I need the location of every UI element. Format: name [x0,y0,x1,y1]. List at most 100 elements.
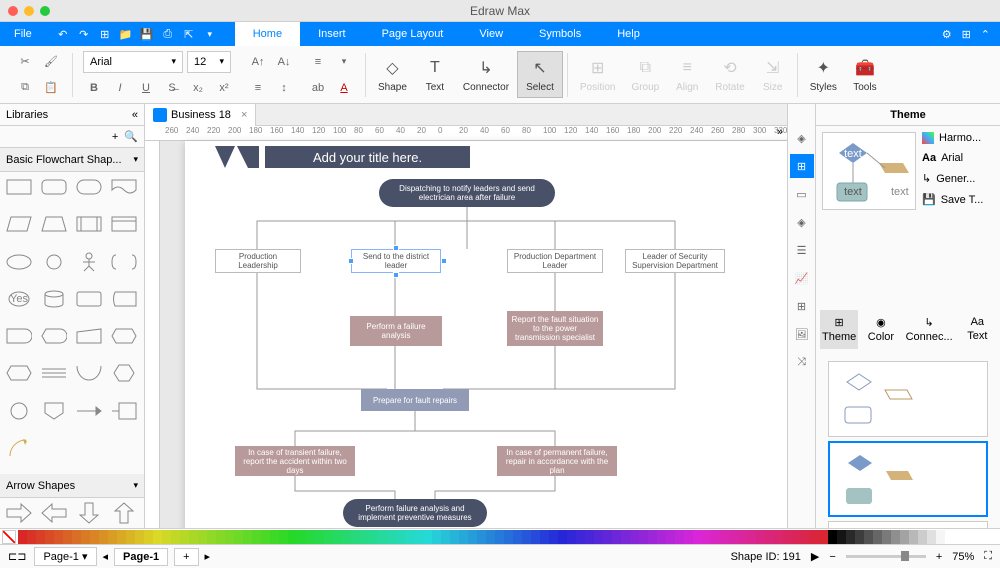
chart-icon[interactable]: 📈 [790,266,814,290]
color-swatch[interactable] [414,530,423,544]
arrow-down[interactable] [74,502,104,524]
connector-tool[interactable]: ↳Connector [455,52,517,97]
canvas-viewport[interactable]: 2602402202001801601401201008060402002040… [145,126,787,528]
color-swatch[interactable] [333,530,342,544]
shape-arc[interactable] [4,437,34,459]
node-prepare-repairs[interactable]: Prepare for fault repairs [361,389,469,411]
shape-ellipse[interactable] [4,251,34,273]
size-tool[interactable]: ⇲Size [753,52,793,97]
category-basic-flowchart[interactable]: Basic Flowchart Shap...▾ [0,148,144,172]
prop-font[interactable]: AaArial [922,152,994,164]
color-swatch[interactable] [801,530,810,544]
color-swatch[interactable] [666,530,675,544]
shape-storage[interactable] [109,288,139,310]
new-btn[interactable]: ⊞ [96,25,114,43]
shape-actor[interactable] [74,251,104,273]
page-selector[interactable]: Page-1 ▾ [34,547,96,566]
gray-swatch[interactable] [828,530,837,544]
color-swatch[interactable] [378,530,387,544]
undo-btn[interactable]: ↶ [54,25,72,43]
color-swatch[interactable] [198,530,207,544]
color-swatch[interactable] [63,530,72,544]
color-swatch[interactable] [819,530,828,544]
color-swatch[interactable] [531,530,540,544]
bullets-btn[interactable]: ≡ [247,77,269,99]
underline-btn[interactable]: U [135,77,157,99]
subtab-text[interactable]: AaText [959,310,996,349]
color-swatch[interactable] [567,530,576,544]
color-swatch[interactable] [486,530,495,544]
italic-btn[interactable]: I [109,77,131,99]
node-transient[interactable]: In case of transient failure, report the… [235,446,355,476]
superscript-btn[interactable]: x² [213,77,235,99]
add-library-icon[interactable]: + [112,131,118,143]
color-swatch[interactable] [207,530,216,544]
color-swatch[interactable] [153,530,162,544]
color-swatch[interactable] [603,530,612,544]
grid-icon[interactable]: ⊞ [962,28,971,41]
color-swatch[interactable] [342,530,351,544]
add-page-btn[interactable]: + [174,548,198,566]
prop-harmo[interactable]: Harmo... [922,132,994,144]
color-swatch[interactable] [720,530,729,544]
color-swatch[interactable] [189,530,198,544]
shape-hex[interactable] [4,362,34,384]
color-swatch[interactable] [45,530,54,544]
color-swatch[interactable] [657,530,666,544]
font-size-select[interactable]: 12▾ [187,51,231,73]
shape-annotation[interactable] [109,400,139,422]
current-page-tab[interactable]: Page-1 [114,548,168,566]
subtab-color[interactable]: ◉Color [862,310,899,349]
open-btn[interactable]: 📁 [117,25,135,43]
tab-view[interactable]: View [461,22,521,46]
node-dispatch[interactable]: Dispatching to notify leaders and send e… [379,179,555,207]
shape-rect[interactable] [4,176,34,198]
zoom-in-btn[interactable]: + [936,551,942,563]
cut-btn[interactable]: ✂ [14,51,36,73]
gray-swatch[interactable] [855,530,864,544]
color-swatch[interactable] [72,530,81,544]
color-swatch[interactable] [252,530,261,544]
color-swatch[interactable] [270,530,279,544]
color-swatch[interactable] [360,530,369,544]
page-canvas[interactable]: Add your title here. Dispatching to noti… [185,141,787,528]
gray-swatch[interactable] [837,530,846,544]
paste-btn[interactable]: 📋 [40,77,62,99]
color-swatch[interactable] [630,530,639,544]
gray-swatch[interactable] [900,530,909,544]
align-menu[interactable]: ▾ [333,51,355,73]
gray-swatch[interactable] [936,530,945,544]
shape-circle2[interactable] [4,400,34,422]
node-district-leader[interactable]: Send to the district leader [351,249,441,273]
minimize-window-btn[interactable] [24,6,34,16]
page-icon[interactable]: ▭ [790,182,814,206]
zoom-level[interactable]: 75% [952,551,974,563]
color-swatch[interactable] [450,530,459,544]
zoom-out-btn[interactable]: − [829,551,835,563]
line-spacing-btn[interactable]: ↕ [273,77,295,99]
shape-parallelogram[interactable] [4,213,34,235]
expand-right-icon[interactable]: » [777,126,783,138]
color-swatch[interactable] [171,530,180,544]
color-swatch[interactable] [702,530,711,544]
save-btn[interactable]: 💾 [138,25,156,43]
node-prod-dept[interactable]: Production Department Leader [507,249,603,273]
color-swatch[interactable] [117,530,126,544]
color-swatch[interactable] [351,530,360,544]
color-swatch[interactable] [288,530,297,544]
tab-page-layout[interactable]: Page Layout [364,22,462,46]
align-tool[interactable]: ≡Align [667,52,707,97]
color-swatch[interactable] [108,530,117,544]
shape-bowl[interactable] [74,362,104,384]
shape-roundrect[interactable] [39,176,69,198]
color-swatch[interactable] [27,530,36,544]
color-swatch[interactable] [243,530,252,544]
file-menu[interactable]: File [0,22,46,46]
gray-swatch[interactable] [891,530,900,544]
highlight-btn[interactable]: ab [307,77,329,99]
color-swatch[interactable] [612,530,621,544]
bold-btn[interactable]: B [83,77,105,99]
tab-home[interactable]: Home [235,22,300,46]
color-swatch[interactable] [540,530,549,544]
shape-decision-yes[interactable]: Yes [4,288,34,310]
